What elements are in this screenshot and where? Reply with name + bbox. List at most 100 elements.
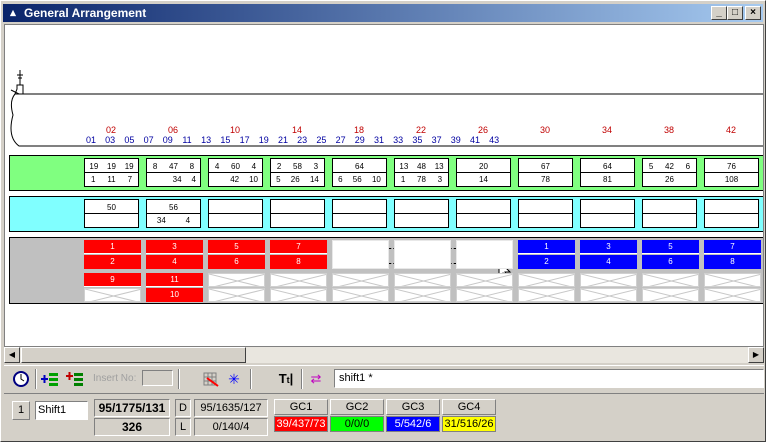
empty-hold-slot[interactable] xyxy=(84,288,141,302)
deck-cell-row xyxy=(271,201,324,214)
hold-slot[interactable]: 9 xyxy=(84,273,141,287)
gc-label[interactable]: GC3 xyxy=(386,399,440,415)
tanks-cell[interactable]: 2 58 3 5 26 14 xyxy=(270,158,325,187)
hold-slot[interactable]: 10 xyxy=(146,288,203,302)
tanks-cell[interactable]: 13 48 13 1 78 3 xyxy=(394,158,449,187)
deck-cell[interactable] xyxy=(580,199,635,228)
hold-slot[interactable]: 8 xyxy=(270,255,327,269)
title-bar[interactable]: ▴ General Arrangement _ □ × xyxy=(3,4,763,22)
minimize-button[interactable]: _ xyxy=(711,6,727,20)
tanks-value: 19 xyxy=(89,161,99,171)
empty-hold-slot[interactable] xyxy=(580,288,637,302)
tanks-cell[interactable]: 19 19 19 1 11 7 xyxy=(84,158,139,187)
empty-hold-slot[interactable] xyxy=(394,240,451,269)
hold-slot[interactable]: 6 xyxy=(642,255,699,269)
deck-cell[interactable]: 56 34 4 xyxy=(146,199,201,228)
hold-slot[interactable]: 1 xyxy=(518,240,575,254)
tanks-cell[interactable]: 64 81 xyxy=(580,158,635,187)
empty-hold-slot[interactable] xyxy=(518,273,575,287)
deck-cell[interactable]: 50 xyxy=(84,199,139,228)
insert-row-icon[interactable] xyxy=(64,368,86,390)
hold-slot[interactable]: 5 xyxy=(642,240,699,254)
hold-slot[interactable]: 3 xyxy=(580,240,637,254)
gc-label[interactable]: GC2 xyxy=(330,399,384,415)
deck-cell[interactable] xyxy=(332,199,387,228)
clock-icon[interactable] xyxy=(10,368,32,390)
tanks-cell-row: 78 xyxy=(519,173,572,186)
scroll-thumb[interactable] xyxy=(21,347,246,363)
empty-hold-slot[interactable] xyxy=(518,288,575,302)
tanks-cell[interactable]: 5 42 6 26 xyxy=(642,158,697,187)
deck-cell[interactable] xyxy=(394,199,449,228)
deck-line xyxy=(10,89,763,95)
tanks-cell-row: 2 58 3 xyxy=(271,160,324,173)
hold-slot[interactable]: 7 xyxy=(704,240,761,254)
hold-slot[interactable]: 2 xyxy=(84,255,141,269)
close-button[interactable]: × xyxy=(745,6,761,20)
text-tool-icon[interactable]: Tt| xyxy=(275,368,297,390)
empty-hold-slot[interactable] xyxy=(208,288,265,302)
hold-slot[interactable]: 4 xyxy=(580,255,637,269)
grid-filter-icon[interactable] xyxy=(201,368,223,390)
deck-cell[interactable] xyxy=(208,199,263,228)
add-list-icon[interactable] xyxy=(39,368,61,390)
insert-no-input[interactable] xyxy=(142,370,173,386)
empty-hold-slot[interactable] xyxy=(394,288,451,302)
horizontal-scrollbar[interactable]: ◀ ▶ xyxy=(4,347,764,363)
empty-hold-slot[interactable] xyxy=(456,240,513,269)
hold-slot[interactable]: 2 xyxy=(518,255,575,269)
arrangement-canvas[interactable]: 02 06 10 14 18 22 26 30 34 38 42 01 03 05 07 09 11 13 15 17… xyxy=(4,24,764,347)
tanks-cell[interactable]: 67 78 xyxy=(518,158,573,187)
maximize-button[interactable]: □ xyxy=(727,6,743,20)
gc-label[interactable]: GC1 xyxy=(274,399,328,415)
tanks-value: 42 xyxy=(665,161,674,171)
empty-hold-slot[interactable] xyxy=(642,273,699,287)
scroll-right-button[interactable]: ▶ xyxy=(748,347,764,363)
hold-slot[interactable]: 3 xyxy=(146,240,203,254)
empty-hold-slot[interactable] xyxy=(456,273,513,287)
empty-hold-slot[interactable] xyxy=(580,273,637,287)
hold-slot[interactable]: 6 xyxy=(208,255,265,269)
empty-hold-slot[interactable] xyxy=(270,288,327,302)
empty-hold-slot[interactable] xyxy=(704,288,761,302)
empty-hold-slot[interactable] xyxy=(270,273,327,287)
tanks-cell[interactable]: 76 108 xyxy=(704,158,759,187)
tanks-cell[interactable]: 4 60 4 42 10 xyxy=(208,158,263,187)
empty-hold-slot[interactable] xyxy=(394,273,451,287)
asterisk-icon[interactable]: ✳ xyxy=(223,368,245,390)
empty-hold-slot[interactable] xyxy=(332,240,389,269)
hold-slot[interactable]: 4 xyxy=(146,255,203,269)
deck-cell[interactable] xyxy=(456,199,511,228)
deck-cell[interactable] xyxy=(518,199,573,228)
shift-name-input[interactable]: Shift1 xyxy=(35,401,88,420)
gc-value: 5/542/6 xyxy=(386,416,440,432)
shift-name-field[interactable]: shift1 * xyxy=(334,369,764,388)
deck-cell[interactable] xyxy=(704,199,759,228)
deck-cell-row xyxy=(271,214,324,227)
tanks-cell[interactable]: 20 14 xyxy=(456,158,511,187)
empty-hold-slot[interactable] xyxy=(704,273,761,287)
tanks-cell-row: 5 26 14 xyxy=(271,173,324,186)
gc-label[interactable]: GC4 xyxy=(442,399,496,415)
empty-hold-slot[interactable] xyxy=(332,273,389,287)
empty-hold-slot[interactable] xyxy=(642,288,699,302)
tanks-value: 3 xyxy=(437,175,443,184)
hold-slot[interactable]: 11 xyxy=(146,273,203,287)
empty-hold-slot[interactable] xyxy=(208,273,265,287)
hold-slot[interactable]: 7 xyxy=(270,240,327,254)
tanks-value: 78 xyxy=(541,175,550,184)
hold-slot[interactable]: 1 xyxy=(84,240,141,254)
empty-hold-slot[interactable] xyxy=(456,288,513,302)
tanks-cell[interactable]: 8 47 8 34 4 xyxy=(146,158,201,187)
deck-value: 34 xyxy=(156,216,166,225)
empty-hold-slot[interactable] xyxy=(332,288,389,302)
swap-arrows-icon[interactable]: ⇄ xyxy=(305,368,327,390)
hold-slot[interactable]: 8 xyxy=(704,255,761,269)
tanks-cell-row: 13 48 13 xyxy=(395,160,448,173)
hold-slot[interactable]: 5 xyxy=(208,240,265,254)
deck-cell[interactable] xyxy=(642,199,697,228)
scroll-left-button[interactable]: ◀ xyxy=(4,347,20,363)
tanks-cell[interactable]: 64 6 56 10 xyxy=(332,158,387,187)
deck-cell[interactable] xyxy=(270,199,325,228)
shift-index[interactable]: 1 xyxy=(12,401,30,420)
